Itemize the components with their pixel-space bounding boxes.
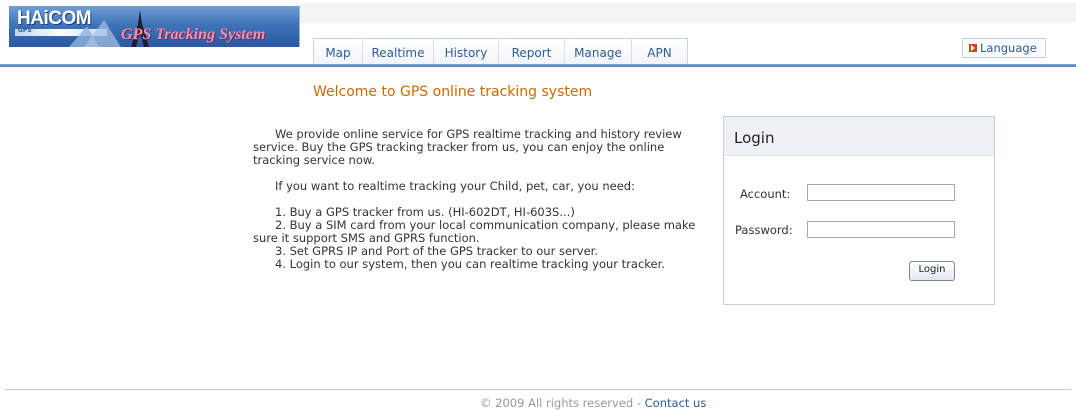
logo-title: GPS Tracking System: [121, 26, 266, 43]
contact-link[interactable]: Contact us: [645, 396, 707, 410]
nav-item-realtime[interactable]: Realtime: [363, 39, 434, 65]
intro-text: We provide online service for GPS realti…: [253, 128, 703, 271]
login-title: Login: [734, 129, 775, 147]
nav-item-map[interactable]: Map: [314, 39, 363, 65]
logo: HAiCOM GPS GPS Tracking System: [9, 6, 300, 47]
login-panel: Login Account: Password: Login: [723, 116, 995, 305]
list-item: 2. Buy a SIM card from your local commun…: [253, 218, 696, 245]
account-label: Account:: [740, 187, 791, 201]
nav-item-manage[interactable]: Manage: [565, 39, 632, 65]
password-label: Password:: [735, 223, 793, 237]
steps-list: 1. Buy a GPS tracker from us. (HI-602DT,…: [253, 206, 703, 271]
header-divider: [0, 64, 1076, 67]
logo-decoration-icon: [69, 20, 121, 47]
login-button[interactable]: Login: [909, 261, 955, 281]
main-nav: Map Realtime History Report Manage APN: [313, 38, 688, 65]
nav-item-report[interactable]: Report: [499, 39, 565, 65]
list-item: 4. Login to our system, then you can rea…: [275, 257, 665, 271]
intro-paragraph: We provide online service for GPS realti…: [253, 127, 682, 167]
footer: © 2009 All rights reserved - Contact us: [480, 396, 706, 410]
language-label: Language: [980, 41, 1037, 55]
password-input[interactable]: [807, 221, 955, 238]
account-input[interactable]: [807, 184, 955, 201]
arrow-right-icon: [969, 44, 977, 52]
language-button[interactable]: Language: [962, 38, 1046, 58]
need-paragraph: If you want to realtime tracking your Ch…: [275, 179, 635, 193]
welcome-heading: Welcome to GPS online tracking system: [313, 84, 593, 100]
nav-item-history[interactable]: History: [434, 39, 499, 65]
copyright-text: © 2009 All rights reserved -: [480, 396, 645, 410]
nav-item-apn[interactable]: APN: [632, 39, 687, 65]
header-band: [296, 3, 1076, 23]
header: HAiCOM GPS GPS Tracking System Map Realt…: [0, 0, 1076, 68]
footer-divider: [5, 389, 1071, 390]
logo-brand-sub: GPS: [18, 27, 32, 34]
